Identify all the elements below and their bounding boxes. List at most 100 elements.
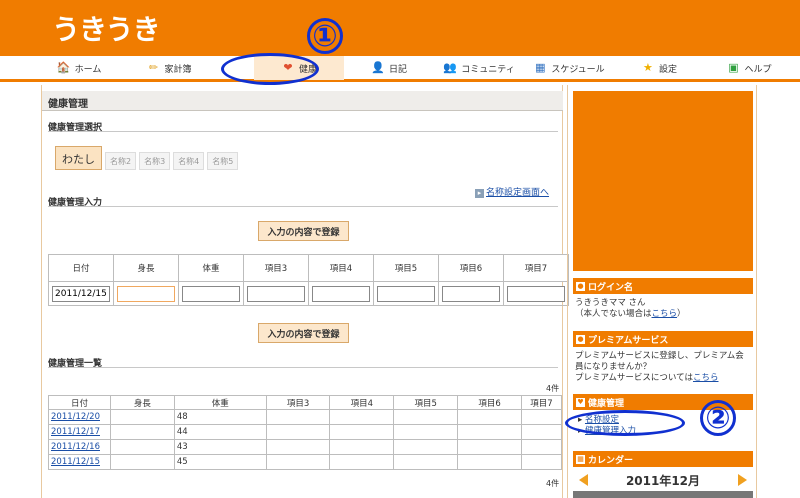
nav-settings[interactable]: ★ 設定	[614, 56, 704, 80]
premium-box-header: ● プレミアムサービス	[573, 331, 753, 347]
user-icon: ●	[576, 334, 585, 344]
annotation-ellipse-2	[565, 410, 685, 436]
weight-cell: 48	[173, 409, 267, 425]
settings-link[interactable]: ▸ 名称設定画面へ	[475, 185, 549, 198]
height-cell	[109, 424, 175, 440]
nav-community-label: コミュニティ	[461, 64, 515, 75]
submit-button-bottom[interactable]: 入力の内容で登録	[258, 323, 349, 343]
profile-tab-me[interactable]: わたし	[55, 146, 102, 170]
col-header: 項目4	[308, 254, 374, 282]
nav-home-label: ホーム	[74, 64, 102, 75]
annotation-number-1: ①	[307, 18, 343, 54]
list-section-title: 健康管理一覧	[48, 356, 558, 369]
item4-input[interactable]	[312, 285, 370, 302]
nav-community[interactable]: 👥 コミュニティ	[434, 56, 524, 80]
premium-box-title: プレミアムサービス	[588, 335, 669, 346]
nav-schedule-label: スケジュール	[551, 64, 605, 75]
item6-input[interactable]	[442, 285, 500, 302]
nav-diary[interactable]: 👤 日記	[344, 56, 434, 80]
date-link[interactable]: 2011/12/15	[51, 457, 100, 467]
col-header: 項目5	[393, 395, 459, 410]
table-row: 2011/12/16 43	[48, 439, 563, 455]
col-header: 項目7	[520, 395, 563, 410]
premium-text-2: 員になりませんか？	[575, 362, 652, 372]
community-icon: 👥	[443, 61, 458, 74]
weight-input[interactable]	[182, 285, 240, 302]
calendar-weekday-header	[573, 491, 753, 498]
nav-household[interactable]: ✏ 家計簿	[124, 56, 214, 80]
col-header: 体重	[178, 254, 244, 282]
login-user-name: うきうきママ さん	[575, 298, 646, 308]
entry-table: 日付 身長 体重 項目3 項目4 項目5 項目6 項目7	[48, 254, 569, 306]
date-input[interactable]	[52, 285, 110, 302]
nav-help-label: ヘルプ	[744, 64, 772, 75]
nav-schedule[interactable]: ▦ スケジュール	[524, 56, 614, 80]
profile-tab-2[interactable]: 名称2	[105, 152, 137, 170]
premium-link[interactable]: こちら	[693, 373, 719, 383]
date-link[interactable]: 2011/12/20	[51, 412, 100, 422]
calendar-icon: ▦	[576, 454, 585, 464]
premium-box-body: プレミアムサービスに登録し、プレミアム会 員になりませんか？ プレミアムサービス…	[575, 351, 753, 384]
app-logo[interactable]: うきうき	[52, 8, 160, 48]
item5-input[interactable]	[377, 285, 435, 302]
annotation-number-2: ②	[700, 400, 736, 436]
login-note: （本人でない場合は	[575, 309, 652, 319]
ad-banner[interactable]	[573, 91, 753, 271]
col-header: 体重	[173, 395, 267, 410]
record-count: 4件	[546, 384, 560, 393]
annotation-ellipse-1	[221, 53, 319, 85]
height-cell	[109, 409, 175, 425]
height-input[interactable]	[117, 285, 175, 302]
pencil-icon: ✏	[148, 61, 159, 74]
profile-selector: わたし 名称2 名称3 名称4 名称5	[55, 146, 239, 170]
help-icon: ▣	[728, 61, 739, 74]
premium-text-3: プレミアムサービスについては	[575, 373, 693, 383]
height-cell	[109, 454, 175, 470]
date-link[interactable]: 2011/12/17	[51, 427, 100, 437]
item3-input[interactable]	[247, 285, 305, 302]
calendar-box-title: カレンダー	[588, 455, 634, 466]
item7-input[interactable]	[507, 285, 565, 302]
col-header: 項目6	[438, 254, 504, 282]
login-box-title: ログイン名	[588, 282, 634, 293]
nav-settings-label: 設定	[658, 64, 677, 75]
login-switch-link[interactable]: こちら	[652, 309, 678, 319]
height-cell	[109, 439, 175, 455]
submit-button-top[interactable]: 入力の内容で登録	[258, 221, 349, 241]
col-header: 項目4	[329, 395, 395, 410]
login-note-end: ）	[677, 309, 686, 319]
profile-tab-3[interactable]: 名称3	[139, 152, 171, 170]
nav-diary-label: 日記	[388, 64, 407, 75]
select-section-title: 健康管理選択	[48, 120, 558, 133]
nav-home[interactable]: 🏠 ホーム	[34, 56, 124, 80]
calendar-nav: 2011年12月	[573, 469, 753, 491]
global-nav: 🏠 ホーム ✏ 家計簿 ❤ 健康 👤 日記 👥 コミュニティ ▦ スケジュール …	[0, 56, 800, 82]
col-header: 日付	[48, 254, 114, 282]
calendar-month: 2011年12月	[625, 473, 701, 488]
health-box-title: 健康管理	[588, 398, 625, 409]
col-header: 項目5	[373, 254, 439, 282]
weight-cell: 43	[173, 439, 267, 455]
page-title: 健康管理	[42, 91, 563, 111]
nav-household-label: 家計簿	[164, 64, 192, 75]
health-icon: ♥	[576, 397, 585, 407]
col-header: 項目7	[503, 254, 569, 282]
prev-month-icon[interactable]	[579, 474, 588, 486]
profile-tab-5[interactable]: 名称5	[207, 152, 239, 170]
col-header: 身長	[113, 254, 179, 282]
table-row: 2011/12/15 45	[48, 454, 563, 470]
col-header: 項目3	[265, 395, 331, 410]
nav-help[interactable]: ▣ ヘルプ	[704, 56, 794, 80]
weight-cell: 44	[173, 424, 267, 440]
next-month-icon[interactable]	[737, 474, 747, 486]
col-header: 日付	[48, 395, 111, 410]
profile-tab-4[interactable]: 名称4	[173, 152, 205, 170]
table-row: 2011/12/17 44	[48, 424, 563, 440]
header-bar: うきうき	[0, 0, 800, 56]
login-box-body: うきうきママ さん （本人でない場合はこちら）	[575, 298, 753, 320]
home-icon: 🏠	[56, 61, 71, 74]
col-header: 身長	[109, 395, 175, 410]
date-link[interactable]: 2011/12/16	[51, 442, 100, 452]
calendar-icon: ▦	[535, 61, 546, 74]
login-box-header: ● ログイン名	[573, 278, 753, 294]
